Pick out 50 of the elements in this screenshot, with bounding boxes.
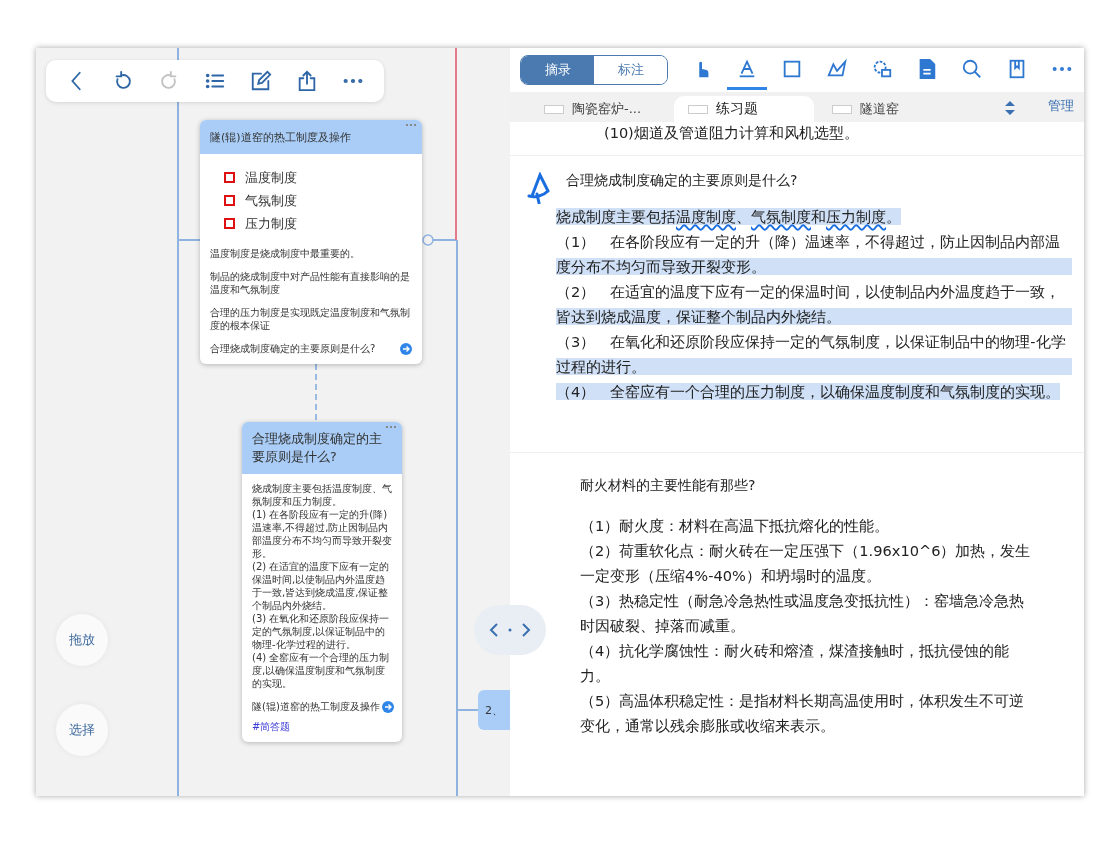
page-icon <box>544 104 564 114</box>
split-handle[interactable] <box>474 605 546 655</box>
highlighted-paragraph: （1） 在各阶段应有一定的升（降）温速率，不得超过，防止因制品内部温度分布不均匀而导致开裂变形。 <box>556 229 1072 279</box>
node-link[interactable]: 隧(辊)道窑的热工制度及操作 <box>252 700 380 715</box>
answer-paragraph: （5）高温体积稳定性：是指材料长期高温使用时，体积发生不可逆变化，通常以残余膨胀或收缩来表示。 <box>580 691 1026 736</box>
answer-paragraph: （3）热稳定性（耐急冷急热性或温度急变抵抗性）：窑墙急冷急热时因破裂、掉落而减重。 <box>580 591 1026 636</box>
answer-paragraph: （4）抗化学腐蚀性：耐火砖和熔渣，煤渣接触时，抵抗侵蚀的能力。 <box>580 641 1011 686</box>
node-link[interactable]: 合理烧成制度确定的主要原则是什么? <box>210 341 376 356</box>
document-tab[interactable]: 练习题 <box>674 96 814 122</box>
mode-button[interactable]: 选择 <box>56 704 108 756</box>
manage-button[interactable]: 管理 <box>1042 96 1080 116</box>
checklist-item: 气氛制度 <box>245 191 297 210</box>
note-text: (1) 在各阶段应有一定的升(降)温速率,不得超过,防止因制品内部温度分布不均匀而导致开裂变形。 <box>252 508 393 561</box>
answer-paragraph: （2）荷重软化点：耐火砖在一定压强下（1.96x10^6）加热，发生一定变形（压缩4%-40%）和坍塌时的温度。 <box>580 541 1032 586</box>
tag[interactable]: #简答题 <box>252 720 291 735</box>
question-text: 耐火材料的主要性能有那些? <box>580 477 757 495</box>
node-title: 隧(辊)道窑的热工制度及操作 <box>210 129 351 145</box>
question-text: 合理烧成制度确定的主要原则是什么? <box>565 172 799 190</box>
checkbox[interactable] <box>224 195 235 206</box>
answer-paragraph: （1）耐火度：材料在高温下抵抗熔化的性能。 <box>580 516 891 536</box>
arrow-icon[interactable] <box>382 701 394 714</box>
search-icon[interactable] <box>961 57 983 80</box>
mindmap-node[interactable] <box>242 422 402 743</box>
sort-icon[interactable] <box>1004 100 1016 116</box>
page-icon <box>832 104 852 114</box>
node-title: 合理烧成制度确定的主要原则是什么? <box>252 430 383 467</box>
connector-line <box>315 363 317 423</box>
highlighted-paragraph: （4） 全窑应有一个合理的压力制度，以确保温度制度和气氛制度的实现。 <box>556 382 1062 402</box>
checkbox[interactable] <box>224 172 235 183</box>
page-icon <box>688 104 708 114</box>
note-text: 合理的压力制度是实现既定温度制度和气氛制度的根本保证 <box>210 305 411 333</box>
note-text: (4) 全窑应有一个合理的压力制度,以确保温度制度和气氛制度的实现。 <box>252 651 391 691</box>
note-text: 烧成制度主要包括温度制度、气氛制度和压力制度。 <box>252 482 393 509</box>
note-text: (2) 在适宜的温度下应有一定的保温时间,以使制品内外温度趋于一致,皆达到烧成温度,保证整个制品内外烧结。 <box>252 560 391 613</box>
note-text: 温度制度是烧成制度中最重要的。 <box>210 247 361 261</box>
arrow-icon[interactable] <box>400 342 412 355</box>
checkbox[interactable] <box>224 218 235 229</box>
highlighted-paragraph: （2） 在适宜的温度下应有一定的保温时间，以使制品内外温度趋于一致，皆达到烧成温度，保证整个制品内外烧结。 <box>556 279 1072 329</box>
mindmap-node[interactable]: 隧(辊)道窑的热工制度及操作 温度制度 气氛制度 压力制度 温度制度是烧成制度中最重要的。 制品的烧成制度中对产品性能有直接影响的是温度和气氛制度 合理的压力制度是实现既定温度制度和气氛制度的根本保证 合理烧成制度确定的主要原则是什么? <box>200 120 422 364</box>
mindmap-node[interactable]: 2、 <box>478 690 510 730</box>
checklist-item: 压力制度 <box>245 214 297 233</box>
highlighted-paragraph: （3） 在氧化和还原阶段应保持一定的气氛制度，以保证制品中的物理-化学过程的进行。 <box>556 329 1072 379</box>
highlighted-paragraph: 烧成制度主要包括温度制度、气氛制度和压力制度。 <box>556 207 902 227</box>
collapse-handle[interactable] <box>422 234 434 246</box>
mode-button[interactable]: 拖放 <box>56 614 108 666</box>
document-text: (10)烟道及管道阻力计算和风机选型。 <box>510 122 1084 156</box>
checklist-item: 温度制度 <box>245 168 297 187</box>
mode-tab[interactable]: 摘录 <box>521 56 594 84</box>
note-text: (3) 在氧化和还原阶段应保持一定的气氛制度,以保证制品中的物理-化学过程的进行。 <box>252 612 391 652</box>
note-text: 制品的烧成制度中对产品性能有直接影响的是温度和气氛制度 <box>210 269 411 297</box>
